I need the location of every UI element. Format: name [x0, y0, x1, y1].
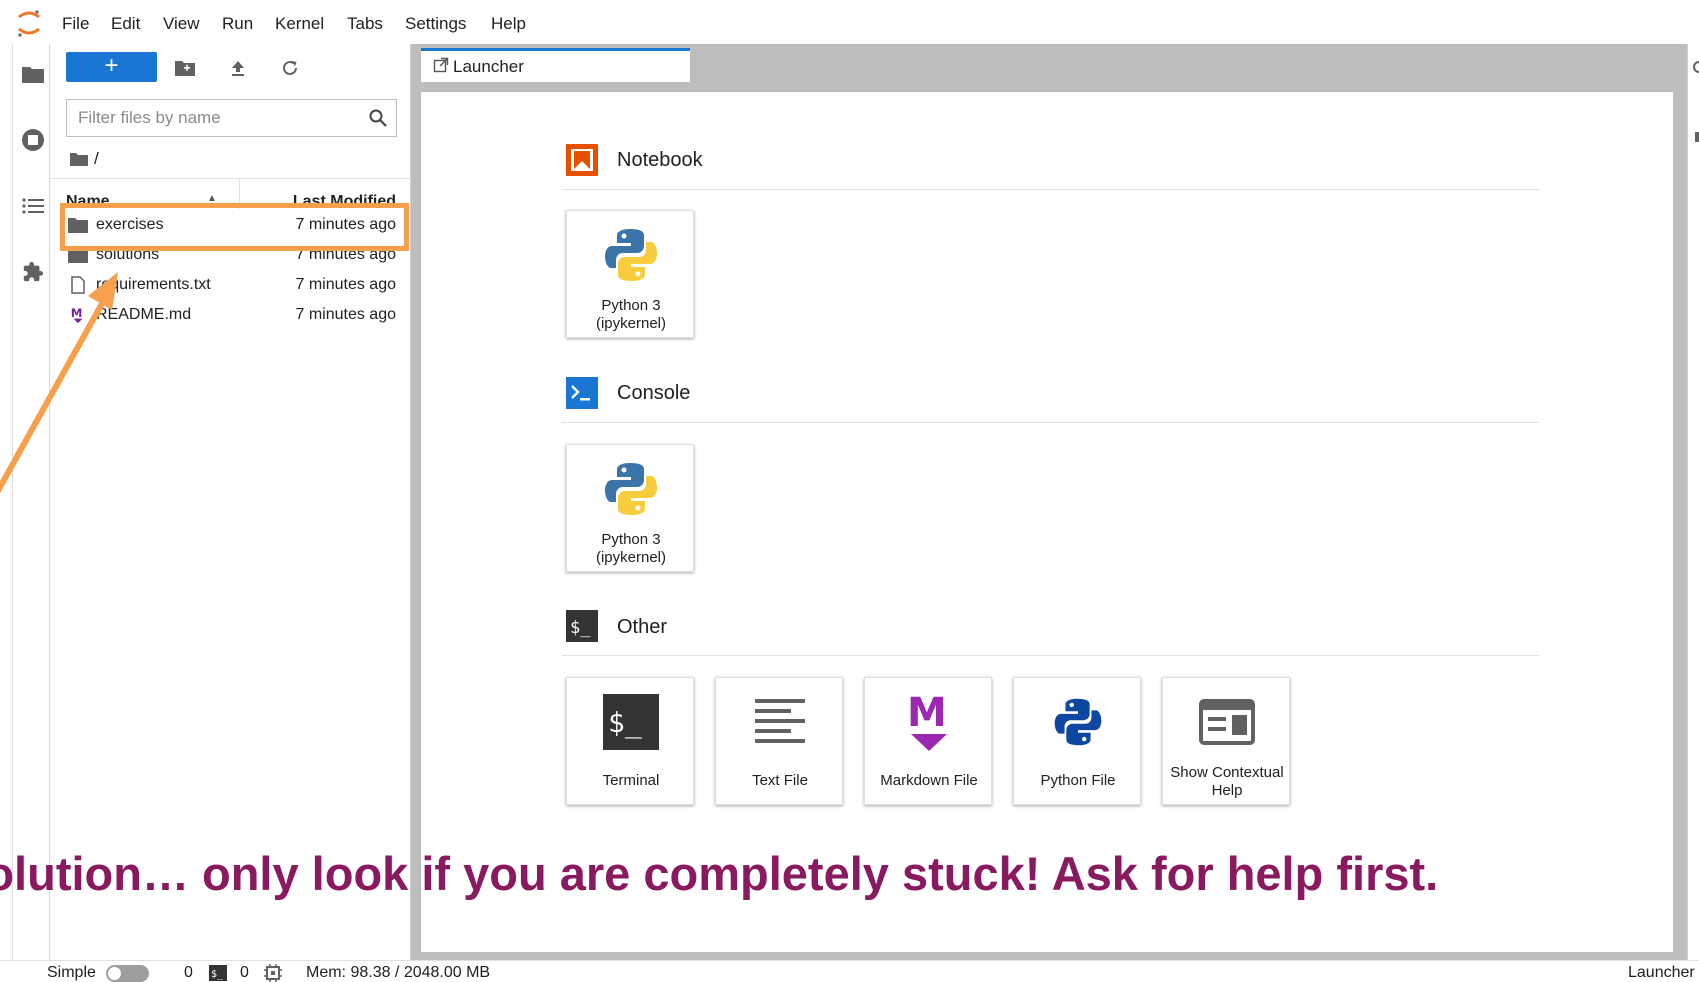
launcher-card-markdown-file[interactable]: M Markdown File [864, 677, 992, 805]
section-title-console: Console [617, 382, 691, 404]
filter-files-input[interactable] [67, 100, 357, 136]
card-label: Python 3 (ipykernel) [595, 297, 667, 332]
launcher-card-python3-notebook[interactable]: Python 3 (ipykernel) [566, 210, 694, 338]
svg-text:M: M [907, 692, 947, 736]
status-bar: Simple 0 $_ 0 Mem: 98.38 / 2048.00 MB La… [0, 960, 1699, 982]
memory-usage: Mem: 98.38 / 2048.00 MB [306, 964, 491, 981]
markdown-icon: M [897, 690, 961, 754]
menu-run[interactable]: Run [222, 14, 253, 34]
tab-launcher[interactable]: Launcher [421, 48, 690, 82]
jupyter-logo-icon [18, 10, 40, 37]
debugger-icon[interactable] [1691, 130, 1699, 144]
folder-icon[interactable] [19, 60, 47, 88]
kernel-status-icon[interactable] [264, 964, 282, 982]
kernels-count[interactable]: 0 [240, 964, 249, 982]
breadcrumb-root[interactable]: / [94, 149, 99, 169]
launcher-card-text-file[interactable]: Text File [715, 677, 843, 805]
tab-bar: Launcher [411, 44, 1687, 82]
right-side-bar [1687, 44, 1699, 960]
file-icon [71, 276, 85, 294]
highlight-box [60, 203, 409, 251]
menu-file[interactable]: File [62, 14, 89, 34]
svg-text:$_: $_ [608, 706, 642, 740]
menu-kernel[interactable]: Kernel [275, 14, 324, 34]
card-label: Terminal [602, 772, 660, 789]
refresh-icon[interactable] [278, 56, 302, 80]
menu-tabs[interactable]: Tabs [347, 14, 383, 34]
python-file-icon [1046, 690, 1110, 754]
file-row[interactable]: M README.md 7 minutes ago [50, 300, 411, 330]
launcher-card-terminal[interactable]: $_ Terminal [566, 677, 694, 805]
contextual-help-icon [1195, 690, 1259, 754]
activity-bar [12, 44, 50, 960]
toc-icon[interactable] [19, 192, 47, 220]
annotation-caption: Solution… only look if you are completel… [0, 846, 1699, 906]
annotation-caption-text: Solution… only look if you are completel… [0, 847, 1439, 900]
home-folder-icon[interactable] [70, 152, 88, 166]
tab-label: Launcher [453, 57, 524, 76]
menu-bar: File Edit View Run Kernel Tabs Settings … [0, 0, 1699, 44]
card-label: Python 3 (ipykernel) [595, 531, 667, 566]
terminal-status-icon[interactable]: $_ [209, 965, 227, 981]
new-launcher-button[interactable]: + [66, 52, 157, 82]
file-row[interactable]: requirements.txt 7 minutes ago [50, 270, 411, 300]
upload-icon[interactable] [226, 56, 250, 80]
breadcrumb: / [70, 148, 99, 170]
active-tab-label: Launcher [1628, 964, 1695, 981]
property-inspector-icon[interactable] [1691, 60, 1699, 74]
file-name: requirements.txt [96, 276, 211, 293]
svg-text:M: M [71, 306, 83, 320]
python-logo-icon [599, 457, 663, 521]
file-name: README.md [96, 306, 192, 323]
menu-settings[interactable]: Settings [405, 14, 466, 34]
simple-mode-label: Simple [47, 964, 96, 981]
markdown-icon: M [71, 306, 83, 324]
svg-text:$_: $_ [211, 969, 224, 980]
section-divider [562, 189, 1539, 190]
python-logo-icon [599, 223, 663, 287]
card-label: Markdown File [880, 772, 978, 789]
new-folder-icon[interactable] [173, 56, 197, 80]
notebook-icon [566, 144, 598, 176]
section-divider [562, 655, 1539, 656]
svg-text:$_: $_ [570, 618, 591, 638]
simple-mode-toggle[interactable] [106, 965, 149, 982]
filter-files-field [66, 99, 397, 137]
section-divider [562, 422, 1539, 423]
card-label: Show Contextual Help [1170, 764, 1284, 799]
launcher-card-python3-console[interactable]: Python 3 (ipykernel) [566, 444, 694, 572]
terminal-section-icon: $_ [566, 610, 598, 642]
launcher-icon [433, 57, 449, 73]
running-icon[interactable] [19, 126, 47, 154]
file-modified: 7 minutes ago [295, 276, 396, 293]
console-icon [566, 377, 598, 409]
launcher-card-python-file[interactable]: Python File [1013, 677, 1141, 805]
menu-edit[interactable]: Edit [111, 14, 140, 34]
search-icon [369, 109, 387, 127]
toggle-knob [108, 967, 121, 980]
terminal-icon: $_ [599, 690, 663, 754]
extension-icon[interactable] [19, 258, 47, 286]
launcher-card-contextual-help[interactable]: Show Contextual Help [1162, 677, 1290, 805]
terminals-count[interactable]: 0 [184, 964, 193, 982]
section-title-notebook: Notebook [617, 149, 703, 171]
file-modified: 7 minutes ago [295, 306, 396, 323]
menu-help[interactable]: Help [491, 14, 526, 34]
card-label: Python File [1040, 772, 1116, 789]
file-browser-panel: + / Name ▲ Last Modified exercises 7 min… [50, 44, 411, 960]
text-file-icon [748, 690, 812, 754]
card-label: Text File [752, 772, 808, 789]
menu-view[interactable]: View [163, 14, 200, 34]
section-title-other: Other [617, 616, 668, 638]
